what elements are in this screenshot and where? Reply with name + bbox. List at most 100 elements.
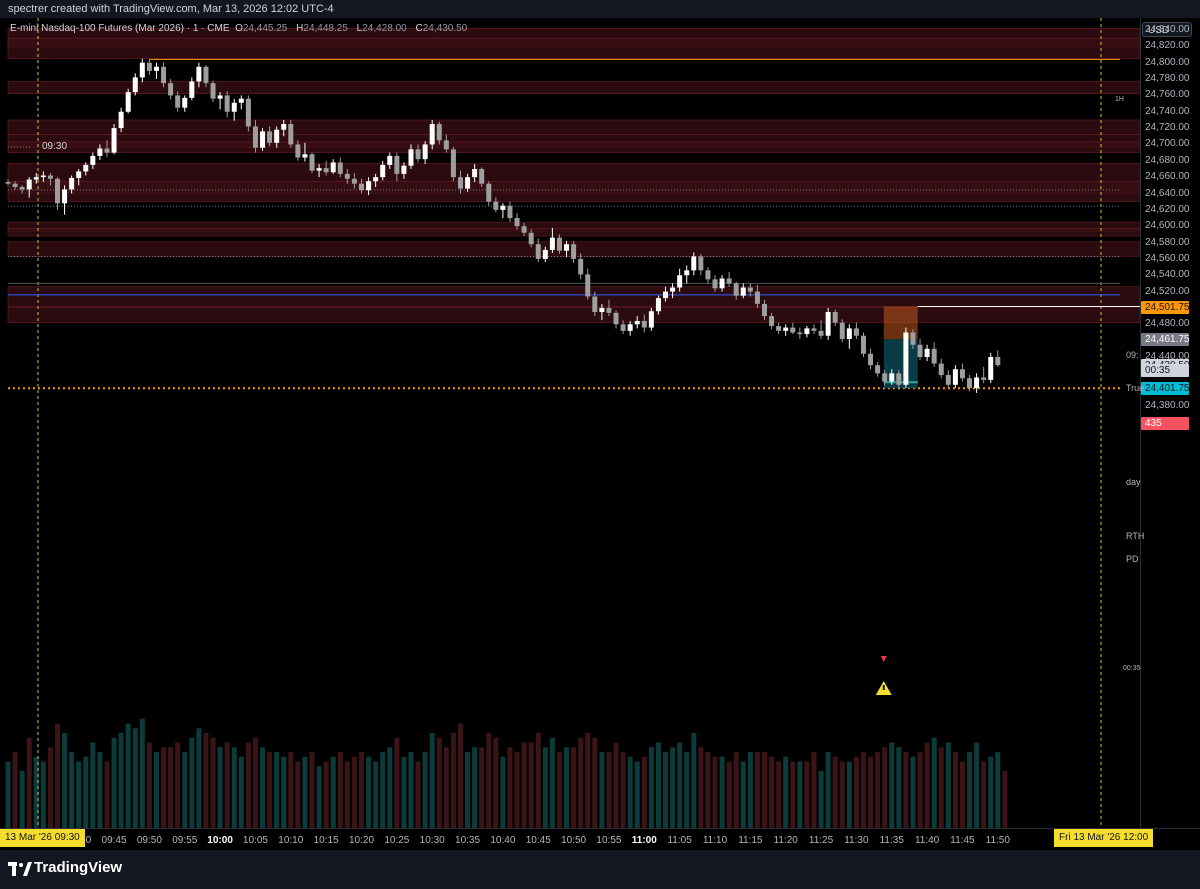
candle-body (267, 131, 273, 143)
volume-bar (83, 756, 89, 828)
symbol-legend[interactable]: E-mini Nasdaq-100 Futures (Mar 2026) · 1… (10, 23, 473, 34)
volume-bar (839, 761, 845, 828)
candle-body (811, 328, 817, 331)
volume-bar (260, 747, 266, 828)
bar-timer-label: 00:35 (1123, 665, 1141, 672)
volume-bar (288, 752, 294, 828)
time-tick-label: 10:10 (278, 835, 304, 846)
candle-body (663, 291, 669, 299)
candle-body (245, 98, 251, 127)
candle-body (606, 307, 612, 313)
volume-bar (182, 752, 188, 828)
candle-body (882, 373, 888, 382)
volume-bar (302, 756, 308, 828)
price-tick-label: 24,540.00 (1145, 269, 1190, 281)
candle-body (677, 275, 683, 288)
candle-body (146, 62, 152, 71)
volume-bar (733, 752, 739, 828)
candle-body (373, 177, 379, 182)
candle-body (493, 201, 499, 210)
candle-body (832, 312, 838, 323)
volume-bar (175, 742, 181, 828)
volume-bar (47, 747, 53, 828)
volume-bar (295, 761, 301, 828)
volume-bar (896, 747, 902, 828)
time-tick-label: 10:20 (348, 835, 375, 846)
volume-bar (988, 756, 994, 828)
volume-bar (217, 747, 223, 828)
candle-body (945, 374, 951, 385)
candle-body (740, 287, 746, 296)
candle-body (783, 327, 789, 331)
candle-body (564, 244, 570, 251)
brand-name[interactable]: TradingView (34, 859, 122, 876)
candle-body (443, 140, 449, 150)
candle-body (97, 148, 103, 156)
volume-bar (747, 752, 753, 828)
volume-bar (472, 747, 478, 828)
candle-body (535, 244, 541, 259)
candle-body (330, 162, 336, 173)
candle-body (846, 328, 852, 340)
volume-bar (104, 761, 110, 828)
volume-bar (415, 761, 421, 828)
price-tick-label: 24,720.00 (1145, 122, 1190, 134)
volume-bar (797, 761, 803, 828)
time-tick-label: 11:20 (773, 835, 798, 846)
time-tick-label: 11:30 (844, 835, 869, 846)
candle-body (514, 218, 520, 227)
volume-bar (443, 747, 449, 828)
candle-body (196, 66, 202, 82)
candle-body (302, 154, 308, 158)
price-tick-label: 24,800.00 (1145, 56, 1190, 68)
price-chart[interactable] (0, 0, 1140, 850)
candle-body (83, 164, 89, 172)
candle-body (260, 131, 266, 148)
volume-bar (995, 752, 1001, 828)
volume-bar (691, 733, 697, 828)
time-tick-label: 11:45 (950, 835, 975, 846)
symbol-name[interactable]: E-mini Nasdaq-100 Futures (Mar 2026) · 1… (10, 23, 230, 34)
candle-body (578, 258, 584, 275)
volume-bar (868, 756, 874, 828)
candle-body (549, 237, 555, 250)
candle-body (924, 348, 930, 357)
price-badge: 24,501.75 (1141, 300, 1190, 314)
candle-body (761, 303, 767, 317)
volume-bar (599, 752, 605, 828)
tradingview-logo-icon (8, 862, 32, 876)
volume-bar (712, 756, 718, 828)
price-tick-label: 24,620.00 (1145, 203, 1190, 215)
candle-body (344, 173, 350, 179)
volume-bar (5, 761, 11, 828)
candle-body (620, 324, 626, 331)
footer-bar (0, 850, 1200, 889)
candle-body (90, 155, 96, 165)
volume-bar (359, 752, 364, 828)
candle-body (776, 325, 782, 331)
candle-body (691, 256, 697, 271)
session-open-label: 09:30 (42, 141, 68, 152)
volume-bar (811, 752, 817, 828)
candle-body (274, 129, 280, 143)
volume-bar (252, 737, 258, 828)
volume-bar (903, 752, 909, 828)
volume-bar (146, 742, 152, 828)
time-tick-label: 11:15 (738, 835, 763, 846)
candle-body (281, 124, 287, 130)
volume-bar (514, 752, 520, 828)
candle-body (47, 175, 53, 179)
volume-bar (429, 733, 435, 828)
volume-bar (486, 733, 492, 828)
candle-body (450, 149, 456, 178)
price-tick-label: 24,780.00 (1145, 73, 1190, 85)
price-tick-label: 24,740.00 (1145, 105, 1190, 117)
volume-bar (309, 752, 315, 828)
candle-body (507, 205, 513, 219)
candle-body (231, 102, 237, 112)
volume-bar (224, 742, 230, 828)
candle-body (168, 83, 174, 96)
volume-bar (62, 733, 68, 828)
volume-bar (40, 761, 46, 828)
candle-body (465, 177, 471, 189)
